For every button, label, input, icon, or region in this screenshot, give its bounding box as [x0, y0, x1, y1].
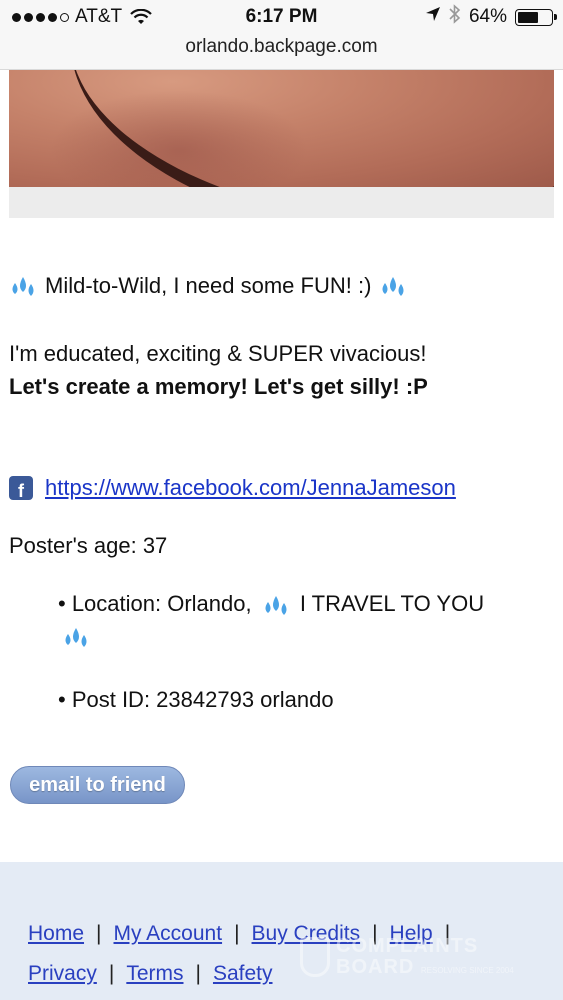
location-item: • Location: Orlando, I TRAVEL TO YOU [58, 588, 548, 652]
facebook-link-row: f https://www.facebook.com/JennaJameson [9, 472, 554, 504]
footer-links-row2: Privacy | Terms | Safety [28, 962, 273, 985]
photo-caption-bar [9, 187, 554, 218]
facebook-link[interactable]: https://www.facebook.com/JennaJameson [45, 472, 456, 504]
battery-percent: 64% [468, 6, 507, 27]
location-travel: I TRAVEL TO YOU [299, 591, 485, 616]
sweat-droplets-icon [382, 276, 404, 296]
footer-link-privacy[interactable]: Privacy [28, 962, 97, 985]
footer: Home | My Account | Buy Credits | Help | Privac… [0, 862, 563, 1000]
post-details-list: • Location: Orlando, I TRAVEL TO YOU • P… [58, 588, 548, 716]
sweat-droplets-icon [265, 596, 287, 616]
headline-text: Mild-to-Wild, I need some FUN! :) [45, 273, 372, 298]
footer-link-my-account[interactable]: My Account [114, 922, 223, 945]
sweat-droplets-icon [65, 628, 87, 648]
complaintsboard-watermark: COMPLAINTS BOARD RESOLVING SINCE 2004 [300, 932, 530, 982]
footer-link-terms[interactable]: Terms [126, 962, 183, 985]
post-description-line1: I'm educated, exciting & SUPER vivacious… [9, 341, 427, 366]
sweat-droplets-icon [12, 276, 34, 296]
shield-icon [300, 937, 330, 977]
email-to-friend-button[interactable]: email to friend [10, 766, 185, 804]
poster-age: Poster's age: 37 [9, 533, 168, 558]
status-bar: AT&T 6:17 PM 64% orlando.backpage.com [0, 0, 563, 70]
facebook-icon: f [9, 475, 33, 500]
location-label: • Location: Orlando, [58, 591, 252, 616]
footer-link-home[interactable]: Home [28, 922, 84, 945]
location-arrow-icon [425, 6, 441, 28]
footer-link-safety[interactable]: Safety [213, 962, 273, 985]
post-photo[interactable] [9, 70, 554, 187]
address-bar[interactable]: orlando.backpage.com [0, 36, 563, 58]
battery-icon [515, 8, 557, 26]
post-description-line2: Let's create a memory! Let's get silly! … [9, 374, 428, 399]
status-right: 64% [425, 4, 557, 30]
post-id-item: • Post ID: 23842793 orlando [58, 686, 334, 712]
post-headline: Mild-to-Wild, I need some FUN! :) [9, 270, 554, 302]
bluetooth-icon [449, 4, 461, 30]
